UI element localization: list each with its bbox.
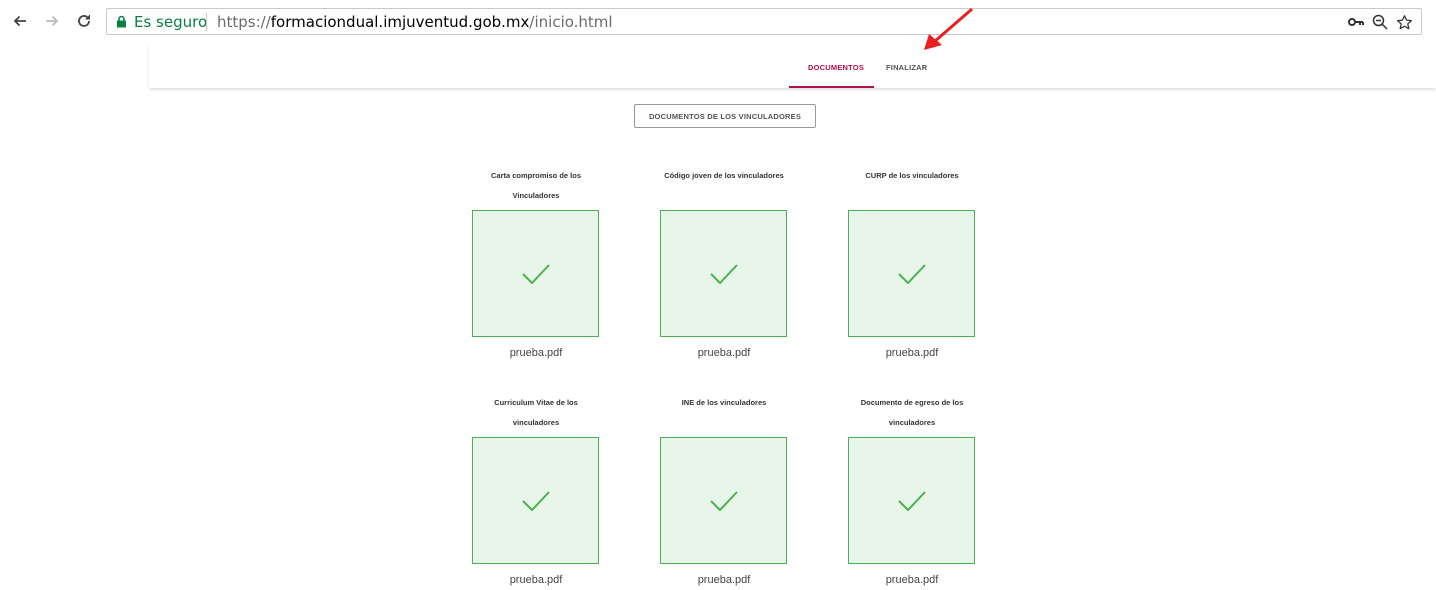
star-icon[interactable] (1395, 13, 1413, 31)
reload-icon (78, 15, 90, 27)
forward-button[interactable] (41, 10, 63, 32)
documentos-vinculadores-button[interactable]: DOCUMENTOS DE LOS VINCULADORES (634, 104, 816, 128)
check-icon (897, 490, 926, 511)
tab-documentos[interactable]: DOCUMENTOS (808, 63, 864, 72)
upload-box[interactable] (660, 437, 787, 564)
url-path: /inicio.html (529, 13, 613, 31)
file-name: prueba.pdf (509, 347, 563, 359)
upload-box[interactable] (472, 437, 599, 564)
file-name: prueba.pdf (509, 574, 563, 586)
upload-box[interactable] (472, 210, 599, 337)
arrow-right-icon (46, 15, 59, 27)
site-header: DOCUMENTOS FINALIZAR (149, 44, 1436, 88)
annotation-arrow-icon (924, 7, 973, 50)
document-title: INE de los vinculadores (681, 398, 767, 407)
upload-box[interactable] (848, 437, 975, 564)
secure-label[interactable]: Es seguro (134, 13, 207, 31)
check-icon (521, 490, 550, 511)
active-tab-indicator (789, 86, 874, 88)
reload-button[interactable] (73, 10, 95, 32)
lock-icon (117, 15, 126, 28)
address-separator (206, 13, 207, 31)
file-name: prueba.pdf (697, 347, 751, 359)
check-icon (709, 490, 738, 511)
browser-toolbar: Es seguro https://formaciondual.imjuvent… (0, 0, 1436, 44)
upload-box[interactable] (660, 210, 787, 337)
key-icon[interactable] (1347, 13, 1365, 31)
check-icon (521, 263, 550, 284)
arrow-left-icon (13, 15, 26, 27)
check-icon (897, 263, 926, 284)
check-icon (709, 263, 738, 284)
url-scheme: https:// (217, 13, 271, 31)
file-name: prueba.pdf (885, 574, 939, 586)
file-name: prueba.pdf (697, 574, 751, 586)
document-title: Código joven de los vinculadores (664, 171, 784, 180)
address-bar[interactable]: Es seguro https://formaciondual.imjuvent… (106, 8, 1422, 35)
zoom-icon[interactable] (1371, 13, 1389, 31)
file-name: prueba.pdf (885, 347, 939, 359)
back-button[interactable] (9, 10, 31, 32)
document-title: Carta compromiso de los Vinculadores (490, 171, 582, 200)
upload-box[interactable] (848, 210, 975, 337)
url-text[interactable]: https://formaciondual.imjuventud.gob.mx/… (217, 13, 613, 31)
url-domain: formaciondual.imjuventud.gob.mx (270, 13, 530, 31)
tab-finalizar[interactable]: FINALIZAR (886, 63, 927, 72)
document-title: CURP de los vinculadores (865, 171, 959, 180)
document-title: Curriculum Vitae de los vinculadores (494, 398, 578, 427)
document-title: Documento de egreso de los vinculadores (860, 398, 964, 427)
